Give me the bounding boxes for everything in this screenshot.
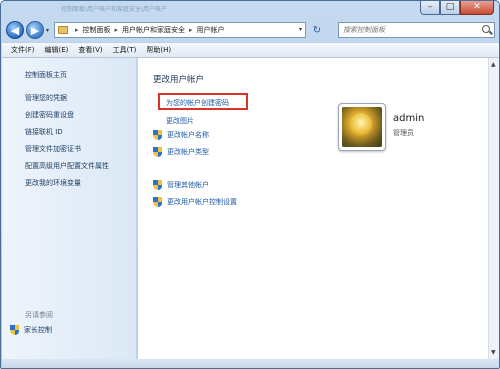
vertical-scrollbar[interactable]: ▲ ▼: [488, 58, 499, 359]
breadcrumb-user-accounts-family-safety[interactable]: 用户帐户和家庭安全: [122, 25, 185, 35]
menu-edit[interactable]: 编辑(E): [40, 45, 74, 55]
sidebar-item-parental-controls[interactable]: 家长控制: [10, 325, 52, 335]
user-name: admin: [393, 113, 425, 124]
forward-arrow-icon: ▶: [30, 23, 40, 37]
see-also-heading: 另请参阅: [25, 311, 53, 319]
navigation-bar: ◀ ▶ ▾ ▸ 控制面板 ▸ 用户帐户和家庭安全 ▸ 用户帐户 ▾ ↻: [1, 18, 499, 42]
user-account-card: admin 管理员: [333, 96, 479, 156]
refresh-button[interactable]: ↻: [310, 23, 324, 37]
recent-pages-dropdown[interactable]: ▾: [46, 27, 49, 34]
uac-shield-icon: [153, 197, 162, 207]
close-button[interactable]: ✕: [460, 1, 494, 15]
scroll-down-icon[interactable]: ▼: [491, 349, 496, 356]
uac-shield-icon: [153, 180, 162, 190]
maximize-button[interactable]: □: [440, 1, 460, 15]
uac-settings-link[interactable]: 更改用户帐户控制设置: [153, 197, 237, 207]
sidebar-item-link-online-id[interactable]: 链接联机 ID: [25, 127, 63, 137]
change-account-type-link[interactable]: 更改帐户类型: [153, 147, 209, 157]
status-bar: [2, 359, 499, 368]
chevron-right-icon[interactable]: ▸: [115, 26, 119, 34]
back-button[interactable]: ◀: [6, 21, 24, 39]
window-controls: – □ ✕: [420, 1, 494, 16]
uac-settings-label: 更改用户帐户控制设置: [167, 198, 237, 206]
search-icon[interactable]: [482, 25, 490, 33]
address-bar[interactable]: ▸ 控制面板 ▸ 用户帐户和家庭安全 ▸ 用户帐户 ▾: [54, 22, 306, 38]
window-title: 控制面板\用户帐户和家庭安全\用户帐户: [61, 6, 168, 13]
page-title: 更改用户帐户: [153, 75, 205, 85]
control-panel-icon: [58, 26, 68, 34]
refresh-icon: ↻: [312, 24, 322, 36]
menu-view[interactable]: 查看(V): [73, 45, 107, 55]
forward-button[interactable]: ▶: [26, 21, 44, 39]
manage-other-accounts-link[interactable]: 管理其他帐户: [153, 180, 209, 190]
title-bar[interactable]: 控制面板\用户帐户和家庭安全\用户帐户 – □ ✕: [1, 1, 499, 18]
create-password-link[interactable]: 为您的帐户创建密码: [166, 98, 229, 108]
minimize-button[interactable]: –: [420, 1, 440, 15]
menu-bar: 文件(F) 编辑(E) 查看(V) 工具(T) 帮助(H): [2, 42, 499, 58]
chevron-right-icon[interactable]: ▸: [189, 26, 193, 34]
change-account-name-label: 更改帐户名称: [167, 131, 209, 139]
menu-tools[interactable]: 工具(T): [108, 45, 142, 55]
main-content: 更改用户帐户 为您的帐户创建密码 更改图片 更改帐户名称 更改帐户类型 管理其他…: [138, 58, 488, 359]
task-pane: 控制面板主页 管理您的凭据 创建密码重设盘 链接联机 ID 管理文件加密证书 配…: [2, 58, 137, 359]
chevron-right-icon[interactable]: ▸: [75, 26, 79, 34]
change-picture-link[interactable]: 更改图片: [166, 116, 194, 126]
sidebar-item-password-reset-disk[interactable]: 创建密码重设盘: [25, 110, 74, 120]
control-panel-window: 控制面板\用户帐户和家庭安全\用户帐户 – □ ✕ ◀ ▶ ▾ ▸ 控制面板 ▸…: [0, 0, 500, 369]
search-input[interactable]: [343, 26, 473, 34]
breadcrumb-user-accounts[interactable]: 用户帐户: [197, 25, 225, 35]
user-role: 管理员: [393, 129, 414, 137]
flower-picture-icon: [342, 107, 382, 147]
parental-controls-label: 家长控制: [24, 326, 52, 334]
search-box[interactable]: [338, 22, 495, 38]
avatar: [338, 103, 386, 151]
menu-file[interactable]: 文件(F): [6, 45, 40, 55]
uac-shield-icon: [10, 325, 19, 335]
uac-shield-icon: [153, 130, 162, 140]
back-arrow-icon: ◀: [10, 23, 20, 37]
manage-other-accounts-label: 管理其他帐户: [167, 181, 209, 189]
sidebar-item-environment-variables[interactable]: 更改我的环境变量: [25, 178, 81, 188]
scroll-up-icon[interactable]: ▲: [491, 61, 496, 68]
address-dropdown-icon[interactable]: ▾: [299, 26, 302, 33]
sidebar-item-advanced-profile-properties[interactable]: 配置高级用户配置文件属性: [25, 161, 109, 171]
sidebar-item-manage-credentials[interactable]: 管理您的凭据: [25, 93, 67, 103]
change-account-type-label: 更改帐户类型: [167, 148, 209, 156]
menu-help[interactable]: 帮助(H): [141, 45, 176, 55]
sidebar-item-control-panel-home[interactable]: 控制面板主页: [25, 70, 67, 80]
uac-shield-icon: [153, 147, 162, 157]
breadcrumb-control-panel[interactable]: 控制面板: [83, 25, 111, 35]
sidebar-item-file-encryption-certs[interactable]: 管理文件加密证书: [25, 144, 81, 154]
change-account-name-link[interactable]: 更改帐户名称: [153, 130, 209, 140]
